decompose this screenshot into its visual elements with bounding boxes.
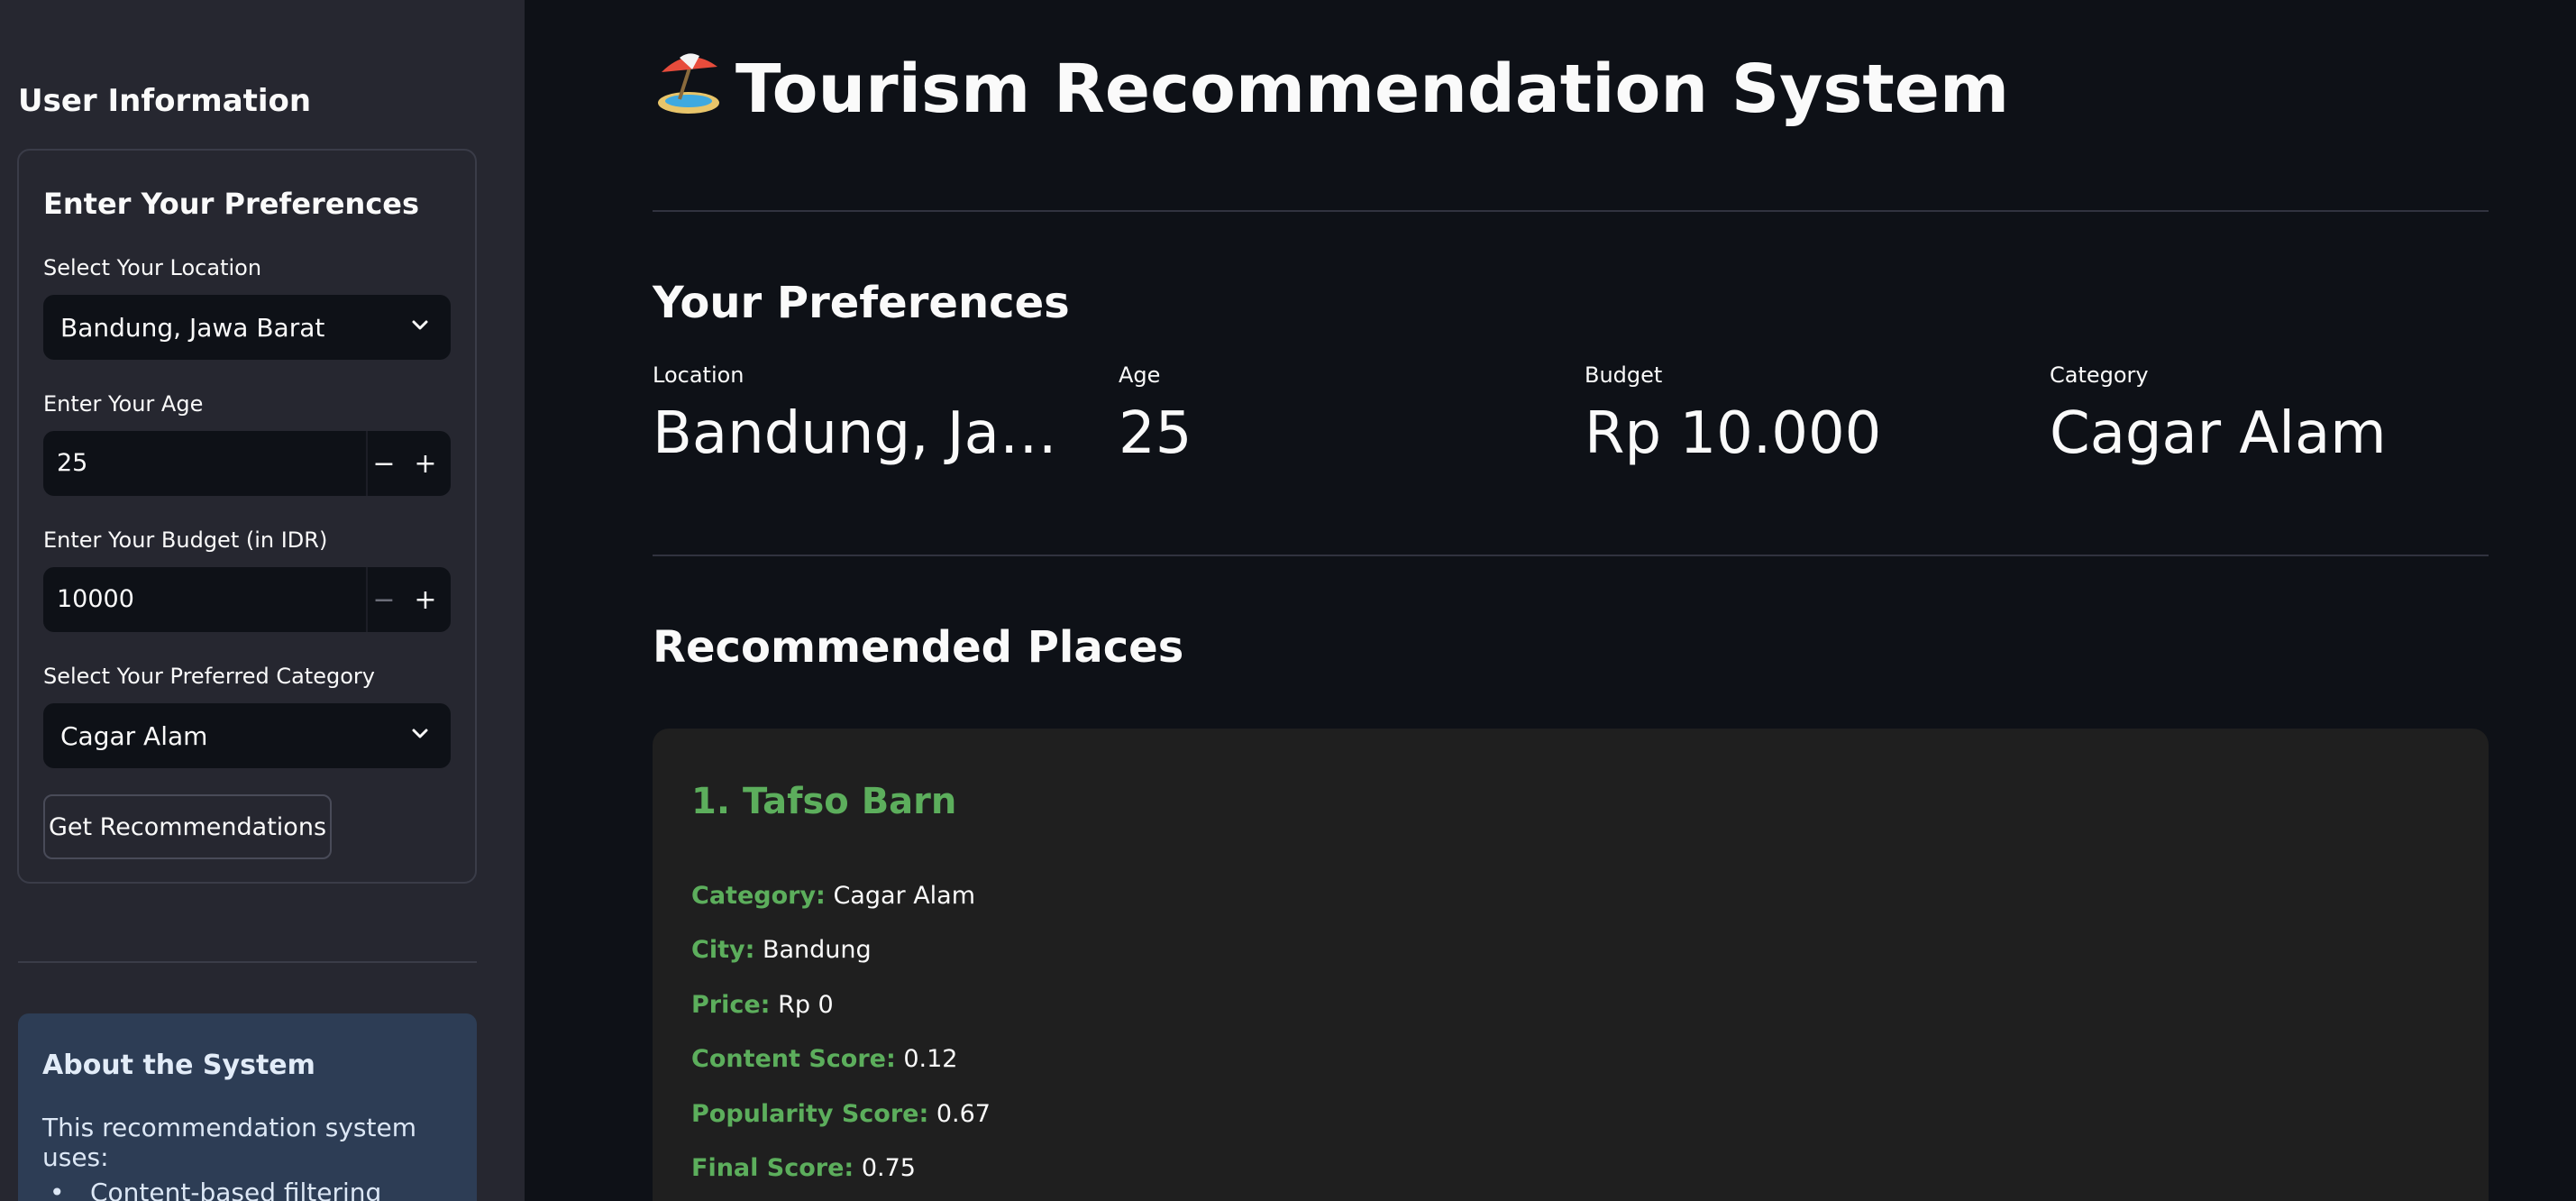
metric-value: 25	[1119, 400, 1192, 467]
field-key: City:	[691, 936, 755, 964]
budget-increment-button[interactable]: +	[400, 567, 451, 632]
preferences-heading: Your Preferences	[653, 278, 1070, 328]
metric-label: Age	[1119, 362, 1161, 388]
field-key: Popularity Score:	[691, 1100, 929, 1128]
age-increment-button[interactable]: +	[400, 431, 451, 496]
location-label: Select Your Location	[43, 255, 262, 280]
divider-top	[653, 210, 2489, 212]
about-info-box: About the System This recommendation sys…	[18, 1013, 477, 1201]
chevron-down-icon	[412, 729, 428, 738]
field-value: Cagar Alam	[833, 882, 976, 910]
form-title: Enter Your Preferences	[43, 187, 420, 221]
field-key: Final Score:	[691, 1154, 854, 1182]
about-bullet: •	[50, 1178, 65, 1201]
field-value: 0.67	[936, 1100, 991, 1128]
metric-label: Budget	[1585, 362, 1663, 388]
place-city-row: City: Bandung	[691, 936, 872, 964]
metric-label: Category	[2050, 362, 2149, 388]
about-title: About the System	[42, 1050, 315, 1081]
metric-budget: Budget Rp 10.000	[1585, 362, 2035, 467]
beach-umbrella-icon	[658, 53, 719, 114]
chevron-down-icon	[412, 320, 428, 330]
age-decrement-button[interactable]: −	[366, 431, 400, 496]
metric-category: Category Cagar Alam	[2050, 362, 2500, 467]
location-select-value: Bandung, Jawa Barat	[60, 312, 325, 343]
metric-location: Location Bandung, Jawa Barat	[653, 362, 1085, 467]
field-key: Content Score:	[691, 1045, 896, 1073]
get-recommendations-button[interactable]: Get Recommendations	[43, 794, 332, 859]
budget-input-value[interactable]: 10000	[57, 567, 134, 632]
age-input[interactable]: 25 − +	[43, 431, 451, 496]
divider-middle	[653, 555, 2489, 556]
about-text: This recommendation system uses:	[42, 1113, 416, 1172]
location-select[interactable]: Bandung, Jawa Barat	[43, 295, 451, 360]
app: User Information Enter Your Preferences …	[0, 0, 2576, 1201]
metric-value: Cagar Alam	[2050, 400, 2387, 467]
sidebar-title: User Information	[18, 83, 312, 119]
budget-input[interactable]: 10000 − +	[43, 567, 451, 632]
category-select-value: Cagar Alam	[60, 720, 208, 751]
budget-decrement-button[interactable]: −	[366, 567, 400, 632]
preferences-form: Enter Your Preferences Select Your Locat…	[17, 149, 477, 884]
sidebar-divider	[18, 961, 477, 963]
field-value: 0.75	[861, 1154, 916, 1182]
recommended-heading: Recommended Places	[653, 622, 1184, 673]
place-category-row: Category: Cagar Alam	[691, 882, 975, 910]
category-select[interactable]: Cagar Alam	[43, 703, 451, 768]
field-value: 0.12	[903, 1045, 958, 1073]
category-label: Select Your Preferred Category	[43, 664, 375, 689]
sidebar: User Information Enter Your Preferences …	[0, 0, 525, 1201]
age-input-value[interactable]: 25	[57, 431, 87, 496]
place-content-score-row: Content Score: 0.12	[691, 1045, 957, 1073]
field-key: Price:	[691, 991, 771, 1019]
about-list-item: Content-based filtering	[90, 1178, 382, 1201]
place-popularity-score-row: Popularity Score: 0.67	[691, 1100, 991, 1128]
place-final-score-row: Final Score: 0.75	[691, 1154, 916, 1182]
page-title-text: Tourism Recommendation System	[735, 50, 2010, 128]
age-label: Enter Your Age	[43, 391, 204, 417]
recommendation-card: 1. Tafso Barn Category: Cagar Alam City:…	[653, 729, 2489, 1201]
metric-value: Rp 10.000	[1585, 400, 1882, 467]
main-content: Tourism Recommendation System Your Prefe…	[525, 0, 2576, 1201]
place-title: 1. Tafso Barn	[691, 781, 957, 822]
field-key: Category:	[691, 882, 826, 910]
place-price-row: Price: Rp 0	[691, 991, 834, 1019]
field-value: Bandung	[762, 936, 872, 964]
page-title: Tourism Recommendation System	[653, 47, 2009, 128]
metric-value: Bandung, Jawa Barat	[653, 400, 1085, 467]
field-value: Rp 0	[778, 991, 834, 1019]
metric-age: Age 25	[1119, 362, 1569, 467]
metric-label: Location	[653, 362, 744, 388]
budget-label: Enter Your Budget (in IDR)	[43, 527, 328, 553]
